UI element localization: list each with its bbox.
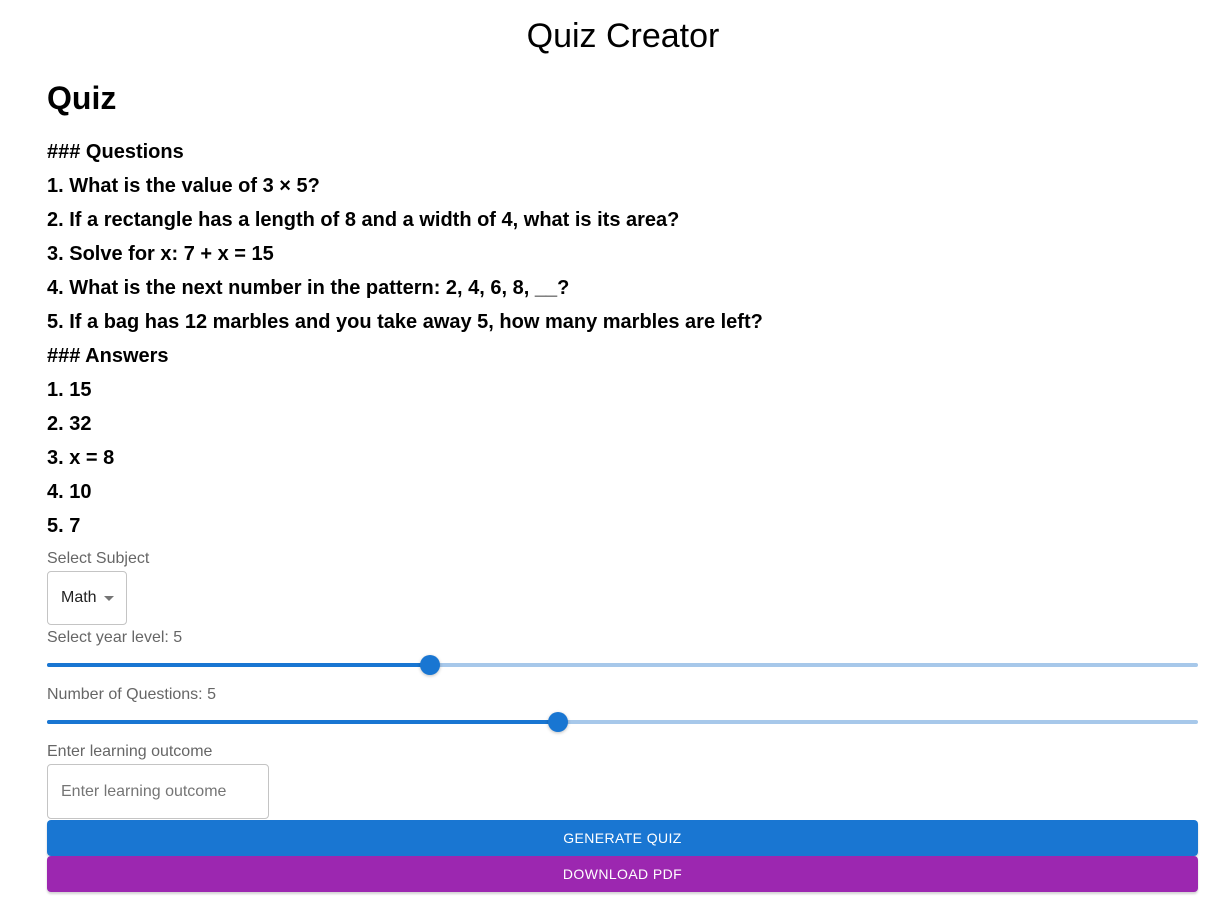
question-item-5: 5. If a bag has 12 marbles and you take …: [47, 311, 763, 333]
subject-select-value: Math: [61, 589, 97, 606]
quiz-content: ### Questions 1. What is the value of 3 …: [47, 136, 763, 544]
question-item-4: 4. What is the next number in the patter…: [47, 277, 570, 299]
app-title: Quiz Creator: [526, 17, 720, 55]
answer-item-3: 3. x = 8: [47, 447, 115, 469]
year-level-slider[interactable]: [47, 653, 1198, 677]
download-pdf-button[interactable]: DOWNLOAD PDF: [47, 856, 1198, 892]
subject-select[interactable]: Math: [47, 571, 127, 625]
answer-item-2: 2. 32: [47, 413, 92, 435]
caret-down-icon: [104, 596, 114, 601]
number-of-questions-slider[interactable]: [47, 710, 1198, 734]
number-of-questions-label: Number of Questions: 5: [47, 686, 216, 703]
question-item-1: 1. What is the value of 3 × 5?: [47, 175, 320, 197]
learning-outcome-input[interactable]: [47, 764, 269, 819]
questions-section-heading: ### Questions: [47, 141, 184, 163]
learning-outcome-label: Enter learning outcome: [47, 743, 213, 760]
subject-label: Select Subject: [47, 550, 150, 567]
answer-item-1: 1. 15: [47, 379, 92, 401]
answers-section-heading: ### Answers: [47, 345, 169, 367]
slider-thumb[interactable]: [548, 712, 569, 732]
slider-track: [47, 720, 559, 724]
slider-track: [47, 663, 431, 667]
question-item-2: 2. If a rectangle has a length of 8 and …: [47, 209, 680, 231]
quiz-heading: Quiz: [47, 80, 117, 116]
generate-quiz-button[interactable]: GENERATE QUIZ: [47, 820, 1198, 856]
question-item-3: 3. Solve for x: 7 + x = 15: [47, 243, 274, 265]
year-level-label: Select year level: 5: [47, 629, 183, 646]
answer-item-4: 4. 10: [47, 481, 92, 503]
answer-item-5: 5. 7: [47, 515, 81, 537]
slider-thumb[interactable]: [420, 655, 441, 675]
